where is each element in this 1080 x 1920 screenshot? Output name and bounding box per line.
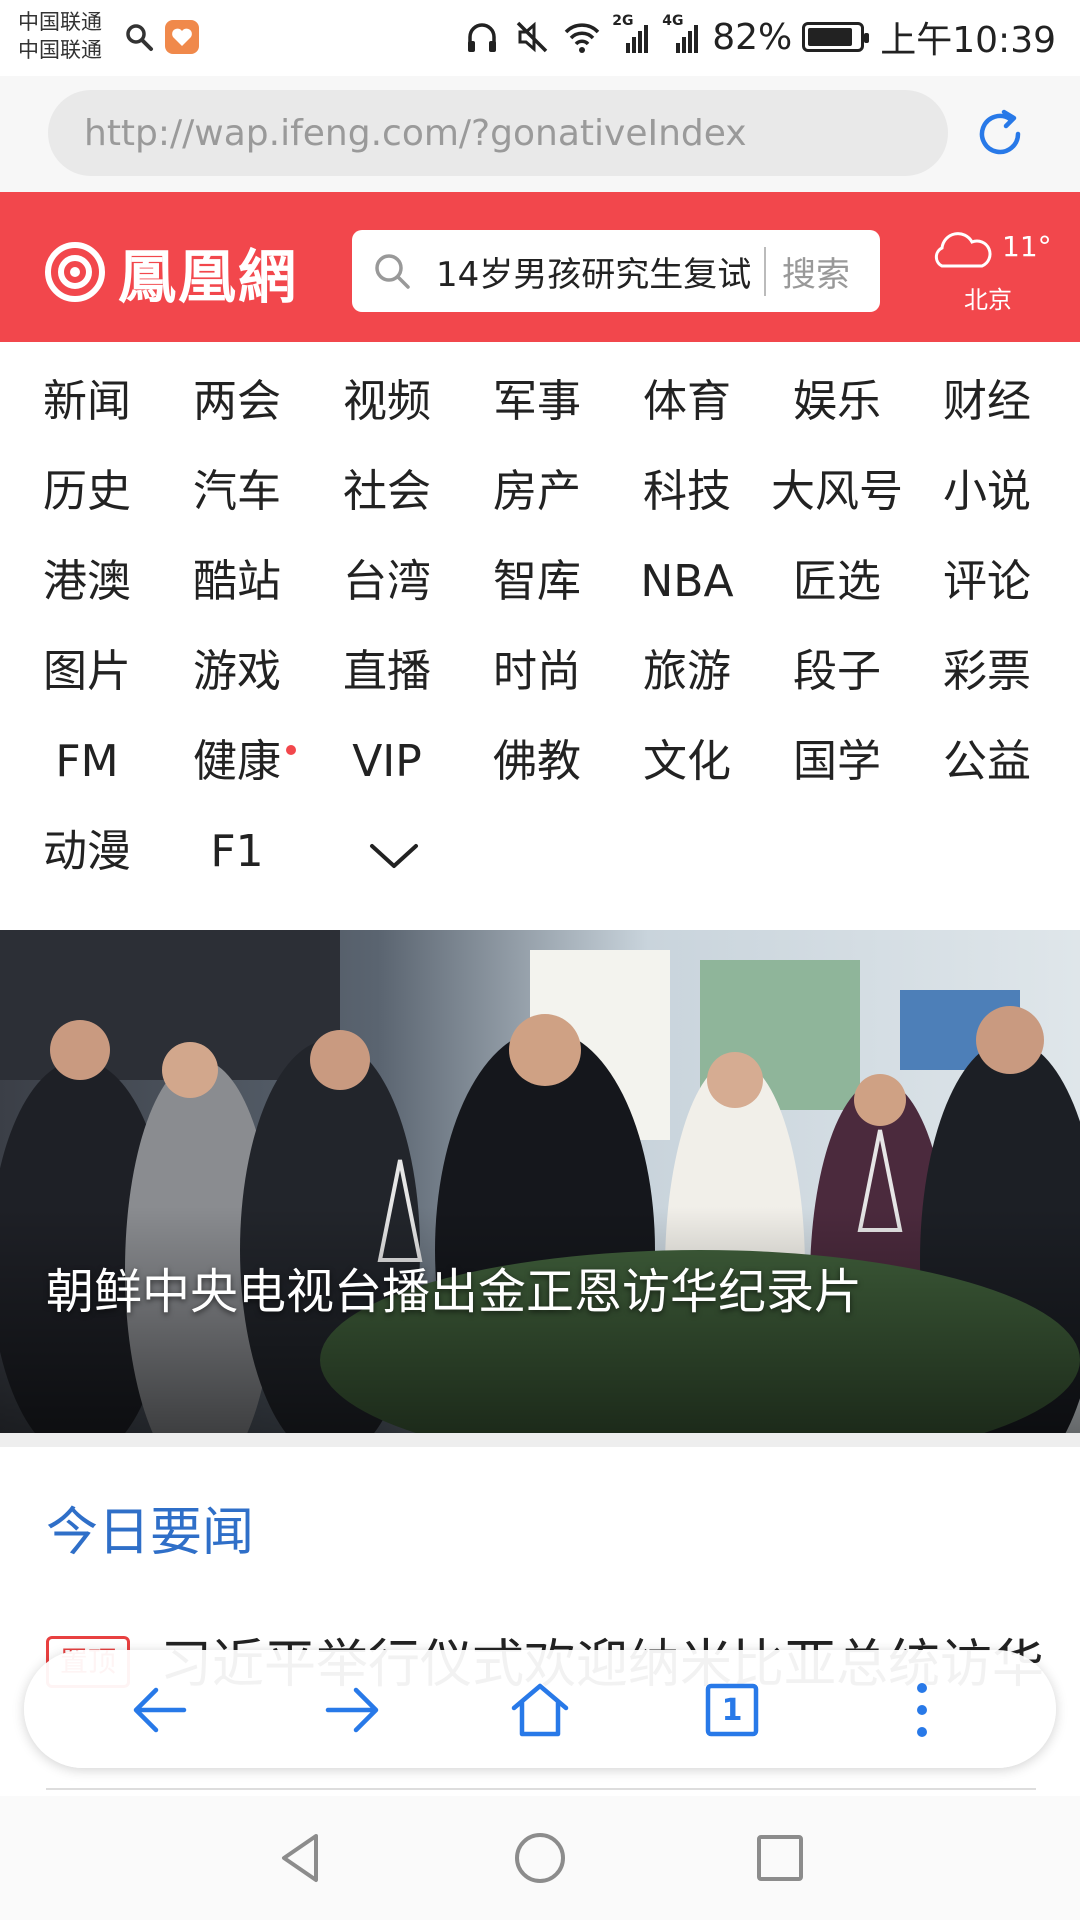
battery-percent: 82% — [712, 16, 793, 58]
clock: 上午10:39 — [880, 20, 1056, 61]
channel-fm[interactable]: FM — [12, 732, 162, 792]
channel-hk-macau[interactable]: 港澳 — [12, 552, 162, 612]
hero-caption: 朝鲜中央电视台播出金正恩访华纪录片 — [46, 1264, 863, 1320]
channel-anime[interactable]: 动漫 — [12, 822, 162, 882]
forward-arrow-icon[interactable] — [320, 1678, 384, 1742]
url-input[interactable]: http://wap.ifeng.com/?gonativeIndex — [48, 90, 948, 176]
section-divider — [0, 1433, 1080, 1447]
nav-back-icon[interactable] — [270, 1828, 330, 1888]
phoenix-logo-icon — [45, 242, 105, 302]
channel-two-sessions[interactable]: 两会 — [162, 372, 312, 432]
channel-health[interactable]: 健康 — [162, 732, 312, 792]
hero-banner[interactable]: 朝鲜中央电视台播出金正恩访华纪录片 — [0, 930, 1080, 1433]
carrier-1: 中国联通 — [18, 10, 102, 34]
weather-temperature: 11° — [1002, 230, 1052, 263]
channel-guoxue[interactable]: 国学 — [762, 732, 912, 792]
channel-row: 动漫 F1 — [0, 822, 1080, 912]
channel-taiwan[interactable]: 台湾 — [312, 552, 462, 612]
channel-sports[interactable]: 体育 — [612, 372, 762, 432]
channel-culture[interactable]: 文化 — [612, 732, 762, 792]
search-icon — [126, 24, 153, 51]
carrier-info: 中国联通 中国联通 — [18, 8, 102, 64]
battery-icon — [802, 22, 870, 52]
home-icon[interactable] — [508, 1678, 572, 1742]
channel-row: 新闻 两会 视频 军事 体育 娱乐 财经 — [0, 372, 1080, 462]
channel-row: 历史 汽车 社会 房产 科技 大风号 小说 — [0, 462, 1080, 552]
tabs-button[interactable]: 1 — [700, 1678, 764, 1742]
channel-auto[interactable]: 汽车 — [162, 462, 312, 522]
channel-f1[interactable]: F1 — [162, 822, 312, 882]
site-header: 鳳凰網 14岁男孩研究生复试 搜索 11° 北京 — [0, 192, 1080, 342]
signal-4g: 4G — [662, 13, 702, 57]
back-arrow-icon[interactable] — [128, 1678, 192, 1742]
weather-city: 北京 — [964, 286, 1012, 314]
channel-photos[interactable]: 图片 — [12, 642, 162, 702]
search-icon — [375, 254, 410, 289]
status-icons: 2G 4G 82% 上午10:39 — [462, 12, 1056, 62]
channel-kuzhan[interactable]: 酷站 — [162, 552, 312, 612]
channel-dafenghao[interactable]: 大风号 — [762, 462, 912, 522]
channel-realestate[interactable]: 房产 — [462, 462, 612, 522]
logo-text: 鳳凰網 — [118, 243, 299, 311]
section-title: 今日要闻 — [46, 1503, 255, 1563]
browser-toolbar: 1 — [24, 1650, 1056, 1768]
channel-society[interactable]: 社会 — [312, 462, 462, 522]
refresh-icon[interactable] — [970, 104, 1030, 164]
channel-buddhism[interactable]: 佛教 — [462, 732, 612, 792]
channel-military[interactable]: 军事 — [462, 372, 612, 432]
channel-lottery[interactable]: 彩票 — [912, 642, 1062, 702]
channel-grid: 新闻 两会 视频 军事 体育 娱乐 财经 历史 汽车 社会 房产 科技 大风号 … — [0, 372, 1080, 912]
channel-live[interactable]: 直播 — [312, 642, 462, 702]
channel-charity[interactable]: 公益 — [912, 732, 1062, 792]
site-logo[interactable]: 鳳凰網 — [44, 230, 298, 314]
channel-travel[interactable]: 旅游 — [612, 642, 762, 702]
signal-icon — [676, 25, 699, 53]
mute-icon — [516, 21, 548, 53]
cloud-icon — [934, 232, 992, 268]
site-search-box[interactable]: 14岁男孩研究生复试 搜索 — [352, 230, 880, 312]
search-button[interactable]: 搜索 — [782, 247, 850, 296]
hero-photo — [0, 930, 1080, 1433]
channel-novel[interactable]: 小说 — [912, 462, 1062, 522]
status-bar: 中国联通 中国联通 2G 4G 82% 上午10:39 — [0, 0, 1080, 76]
channel-news[interactable]: 新闻 — [12, 372, 162, 432]
channel-row: 图片 游戏 直播 时尚 旅游 段子 彩票 — [0, 642, 1080, 732]
channel-nba[interactable]: NBA — [612, 552, 762, 612]
signal-2g: 2G — [612, 13, 652, 57]
channel-row: 港澳 酷站 台湾 智库 NBA 匠选 评论 — [0, 552, 1080, 755]
channel-jokes[interactable]: 段子 — [762, 642, 912, 702]
channel-games[interactable]: 游戏 — [162, 642, 312, 702]
signal-icon — [626, 25, 649, 53]
carrier-2: 中国联通 — [18, 38, 102, 62]
health-app-icon — [165, 20, 199, 54]
channel-jiangxuan[interactable]: 匠选 — [762, 552, 912, 612]
nav-recents-icon[interactable] — [750, 1828, 810, 1888]
channel-entertainment[interactable]: 娱乐 — [762, 372, 912, 432]
search-input[interactable]: 14岁男孩研究生复试 — [436, 246, 766, 296]
channel-history[interactable]: 历史 — [12, 462, 162, 522]
channel-video[interactable]: 视频 — [312, 372, 462, 432]
browser-address-bar: http://wap.ifeng.com/?gonativeIndex — [0, 76, 1080, 192]
chevron-down-icon[interactable] — [366, 836, 422, 876]
tab-count: 1 — [721, 1692, 743, 1728]
wifi-icon — [564, 23, 600, 53]
channel-think-tank[interactable]: 智库 — [462, 552, 612, 612]
divider — [46, 1788, 1036, 1790]
channel-tech[interactable]: 科技 — [612, 462, 762, 522]
more-menu-icon[interactable] — [890, 1678, 954, 1742]
weather-widget[interactable]: 11° 北京 — [926, 228, 1056, 328]
channel-commentary[interactable]: 评论 — [912, 552, 1062, 612]
channel-row: FM 健康 VIP 佛教 文化 国学 公益 — [0, 732, 1080, 822]
channel-fashion[interactable]: 时尚 — [462, 642, 612, 702]
nav-home-icon[interactable] — [510, 1828, 570, 1888]
system-nav-bar — [0, 1796, 1080, 1920]
headphones-icon — [468, 23, 497, 52]
channel-vip[interactable]: VIP — [312, 732, 462, 792]
channel-finance[interactable]: 财经 — [912, 372, 1062, 432]
